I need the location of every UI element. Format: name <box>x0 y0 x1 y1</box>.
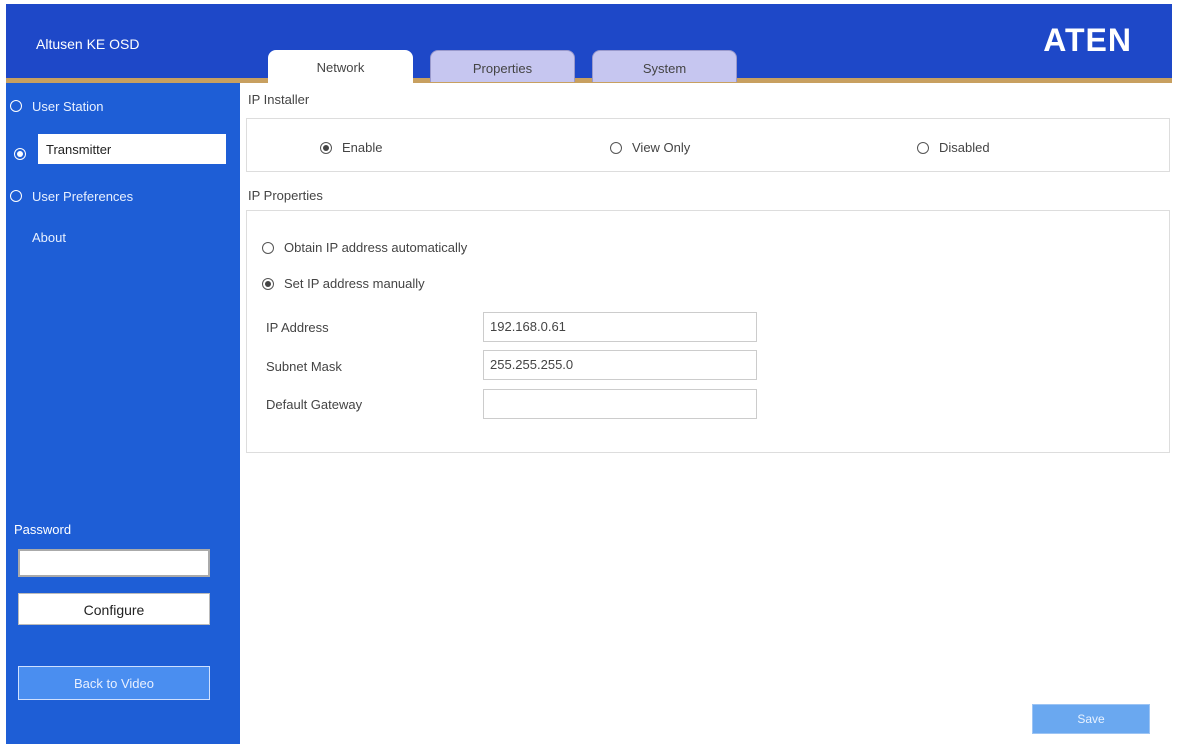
save-button[interactable]: Save <box>1032 704 1150 734</box>
configure-button[interactable]: Configure <box>18 593 210 625</box>
ip-properties-heading: IP Properties <box>248 188 323 203</box>
default-gateway-label: Default Gateway <box>266 397 363 412</box>
sidebar-item-label: Transmitter <box>46 141 112 157</box>
subnet-mask-field[interactable]: 255.255.255.0 <box>483 350 757 380</box>
sidebar-item-label: User Preferences <box>32 188 134 204</box>
tab-system[interactable]: System <box>592 50 737 82</box>
default-gateway-field[interactable] <box>483 389 757 419</box>
radio-selected-icon[interactable] <box>14 148 26 160</box>
sidebar-item-about[interactable]: About <box>32 222 242 252</box>
tab-network[interactable]: Network <box>268 50 413 84</box>
subnet-mask-label: Subnet Mask <box>266 359 342 374</box>
ip-address-label: IP Address <box>266 320 329 335</box>
password-label: Password <box>14 522 72 537</box>
option-label: View Only <box>632 140 691 155</box>
password-input[interactable] <box>18 549 210 577</box>
back-to-video-button[interactable]: Back to Video <box>18 666 210 700</box>
sidebar-item-user-station[interactable]: User Station <box>10 91 220 121</box>
ip-installer-disabled-option[interactable]: Disabled <box>917 140 990 155</box>
tab-properties[interactable]: Properties <box>430 50 575 82</box>
obtain-ip-auto-option[interactable]: Obtain IP address automatically <box>262 240 467 255</box>
set-ip-manual-option[interactable]: Set IP address manually <box>262 276 425 291</box>
ip-installer-view-only-option[interactable]: View Only <box>610 140 690 155</box>
ip-address-field[interactable]: 192.168.0.61 <box>483 312 757 342</box>
radio-selected-icon <box>262 277 274 290</box>
sidebar-item-transmitter[interactable]: Transmitter <box>38 134 226 164</box>
radio-icon <box>610 141 622 154</box>
radio-icon <box>262 241 274 254</box>
radio-icon <box>10 100 22 112</box>
option-label: Enable <box>342 140 383 155</box>
sidebar-item-user-preferences[interactable]: User Preferences <box>10 181 220 211</box>
header-bar: Altusen KE OSD ATEN <box>6 4 1172 82</box>
option-label: Set IP address manually <box>284 276 425 291</box>
radio-icon <box>917 141 929 154</box>
radio-icon <box>10 190 22 202</box>
app-title: Altusen KE OSD <box>36 36 140 52</box>
option-label: Obtain IP address automatically <box>284 240 468 255</box>
sidebar-item-label: About <box>32 229 66 245</box>
sidebar-item-label: User Station <box>32 98 104 114</box>
radio-selected-icon <box>320 141 332 154</box>
ip-installer-panel <box>246 118 1170 172</box>
option-label: Disabled <box>939 140 990 155</box>
ip-installer-heading: IP Installer <box>248 92 310 107</box>
ip-installer-enable-option[interactable]: Enable <box>320 140 382 155</box>
aten-logo: ATEN <box>1043 22 1132 58</box>
